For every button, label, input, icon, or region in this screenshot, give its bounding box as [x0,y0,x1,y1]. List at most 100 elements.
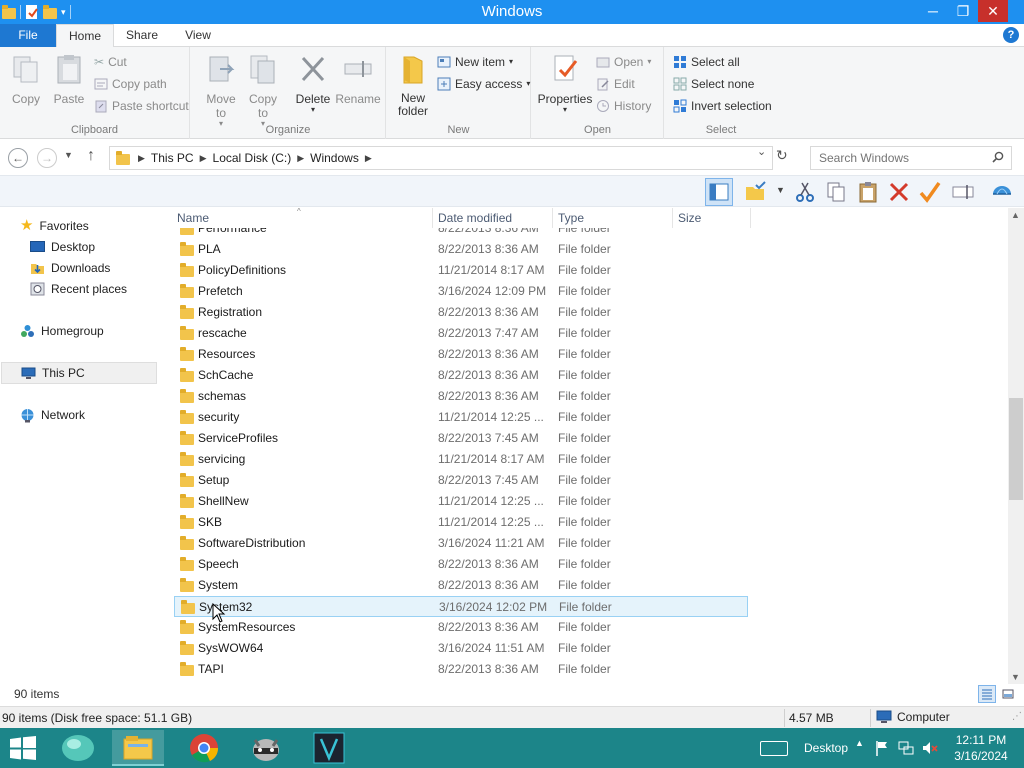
table-row[interactable]: ShellNew 11/21/2014 12:25 ... File folder [174,491,748,512]
breadcrumb-windows[interactable]: Windows [310,151,359,165]
history-button[interactable]: History [596,97,651,115]
easy-access-button[interactable]: Easy access ▾ [437,75,530,93]
breadcrumb-this-pc[interactable]: This PC [151,151,194,165]
windows-start-icon[interactable] [8,736,38,760]
table-row[interactable]: Performance 8/22/2013 8:36 AM File folder [174,228,748,239]
table-row[interactable]: servicing 11/21/2014 8:17 AM File folder [174,449,748,470]
delete-icon[interactable] [888,181,910,203]
action-center-flag-icon[interactable] [875,740,889,756]
column-divider[interactable] [750,208,751,228]
column-divider[interactable] [672,208,673,228]
network-tray-icon[interactable] [898,740,914,756]
cut-button[interactable]: ✂ Cut [94,53,127,71]
cut-icon[interactable] [794,181,816,203]
taskbar-chrome[interactable] [178,730,230,766]
new-item-button[interactable]: New item ▾ [437,53,513,71]
chevron-up-icon[interactable]: ▲ [855,738,864,748]
taskbar-raccoon-app[interactable] [240,730,292,766]
table-row[interactable]: TAPI 8/22/2013 8:36 AM File folder [174,659,748,680]
rename-icon[interactable] [952,181,974,203]
large-icons-view-button[interactable] [999,685,1017,703]
copy-path-button[interactable]: Copy path [94,75,167,93]
table-row[interactable]: SoftwareDistribution 3/16/2024 11:21 AM Fi… [174,533,748,554]
scrollbar-thumb[interactable] [1009,398,1023,500]
chevron-down-icon[interactable]: ▼ [776,185,785,195]
chevron-right-icon[interactable]: ▶ [138,153,145,164]
table-row[interactable]: Prefetch 3/16/2024 12:09 PM File folder [174,281,748,302]
taskbar-ie-app[interactable] [52,730,104,766]
touch-keyboard-icon[interactable] [760,741,788,756]
desktop-toolbar-label[interactable]: Desktop [804,741,848,755]
table-row[interactable]: ServiceProfiles 8/22/2013 7:45 AM File fol… [174,428,748,449]
paste-icon[interactable] [857,181,879,203]
forward-button[interactable]: → [37,148,57,168]
checkmark-icon[interactable] [919,181,941,203]
scroll-down-icon[interactable]: ▼ [1011,672,1020,682]
search-input[interactable] [819,147,989,169]
system-clock[interactable]: 12:11 PM 3/16/2024 [948,732,1014,764]
table-row[interactable]: SKB 11/21/2014 12:25 ... File folder [174,512,748,533]
scroll-up-icon[interactable]: ▲ [1011,210,1020,220]
resize-grip-icon[interactable]: ⋰ [1012,711,1022,722]
close-button[interactable]: ✕ [978,0,1008,22]
copy-button[interactable]: Copy [8,53,44,106]
restore-button[interactable]: ❐ [948,0,978,22]
refresh-button[interactable]: ↻ [776,147,788,164]
edit-button[interactable]: Edit [596,75,635,93]
address-bar[interactable]: ▶ This PC ▶ Local Disk (C:) ▶ Windows ▶ [109,146,773,170]
vertical-scrollbar[interactable]: ▲ ▼ [1008,208,1024,684]
move-to-button[interactable]: Move to ▾ [203,53,239,128]
help-icon[interactable]: ? [1003,27,1019,43]
nav-desktop[interactable]: Desktop [30,238,95,256]
select-all-button[interactable]: Select all [673,53,740,71]
tab-share[interactable]: Share [116,24,168,47]
paste-button[interactable]: Paste [50,53,88,106]
taskbar-v-app[interactable] [302,730,354,766]
table-row[interactable]: System 8/22/2013 8:36 AM File folder [174,575,748,596]
chevron-right-icon[interactable]: ▶ [200,153,207,164]
nav-recent-places[interactable]: Recent places [30,280,127,298]
table-row[interactable]: PolicyDefinitions 11/21/2014 8:17 AM File … [174,260,748,281]
new-folder-button[interactable]: New folder [393,53,433,118]
properties-button[interactable]: Properties ▾ [536,53,594,114]
taskbar-file-explorer[interactable] [112,730,164,766]
open-button[interactable]: Open ▾ [596,53,651,71]
table-row[interactable]: Registration 8/22/2013 8:36 AM File folder [174,302,748,323]
preview-pane-icon[interactable] [705,178,733,206]
nav-this-pc[interactable]: This PC [1,362,157,384]
nav-homegroup[interactable]: Homegroup [20,322,104,340]
table-row[interactable]: System32 3/16/2024 12:02 PM File folder [174,596,748,617]
column-header-size[interactable]: Size [678,211,748,227]
column-divider[interactable] [432,208,433,228]
copy-to-button[interactable]: Copy to ▾ [245,53,281,128]
search-icon[interactable] [992,151,1004,163]
table-row[interactable]: SysWOW64 3/16/2024 11:51 AM File folder [174,638,748,659]
tab-view[interactable]: View [172,24,224,47]
table-row[interactable]: Setup 8/22/2013 7:45 AM File folder [174,470,748,491]
volume-muted-icon[interactable] [922,740,938,756]
paste-shortcut-button[interactable]: Paste shortcut [94,97,189,115]
table-row[interactable]: SchCache 8/22/2013 8:36 AM File folder [174,365,748,386]
nav-favorites[interactable]: ★ Favorites [20,217,89,235]
table-row[interactable]: security 11/21/2014 12:25 ... File folder [174,407,748,428]
table-row[interactable]: SystemResources 8/22/2013 8:36 AM File fol… [174,617,748,638]
address-dropdown-button[interactable]: ⌄ [757,145,766,158]
breadcrumb-local-disk[interactable]: Local Disk (C:) [213,151,292,165]
table-row[interactable]: PLA 8/22/2013 8:36 AM File folder [174,239,748,260]
tab-home[interactable]: Home [56,24,114,48]
chevron-right-icon[interactable]: ▶ [365,153,372,164]
copy-icon[interactable] [825,181,847,203]
tab-file[interactable]: File [0,24,56,47]
delete-button[interactable]: Delete ▾ [291,53,335,114]
table-row[interactable]: rescache 8/22/2013 7:47 AM File folder [174,323,748,344]
back-button[interactable]: ← [8,148,28,168]
invert-selection-button[interactable]: Invert selection [673,97,772,115]
minimize-button[interactable]: ─ [918,0,948,22]
search-box[interactable] [810,146,1012,170]
table-row[interactable]: Speech 8/22/2013 8:36 AM File folder [174,554,748,575]
folder-options-icon[interactable] [744,181,766,203]
column-divider[interactable] [552,208,553,228]
details-view-button[interactable] [978,685,996,703]
column-header-type[interactable]: Type [558,211,668,227]
table-row[interactable]: Resources 8/22/2013 8:36 AM File folder [174,344,748,365]
